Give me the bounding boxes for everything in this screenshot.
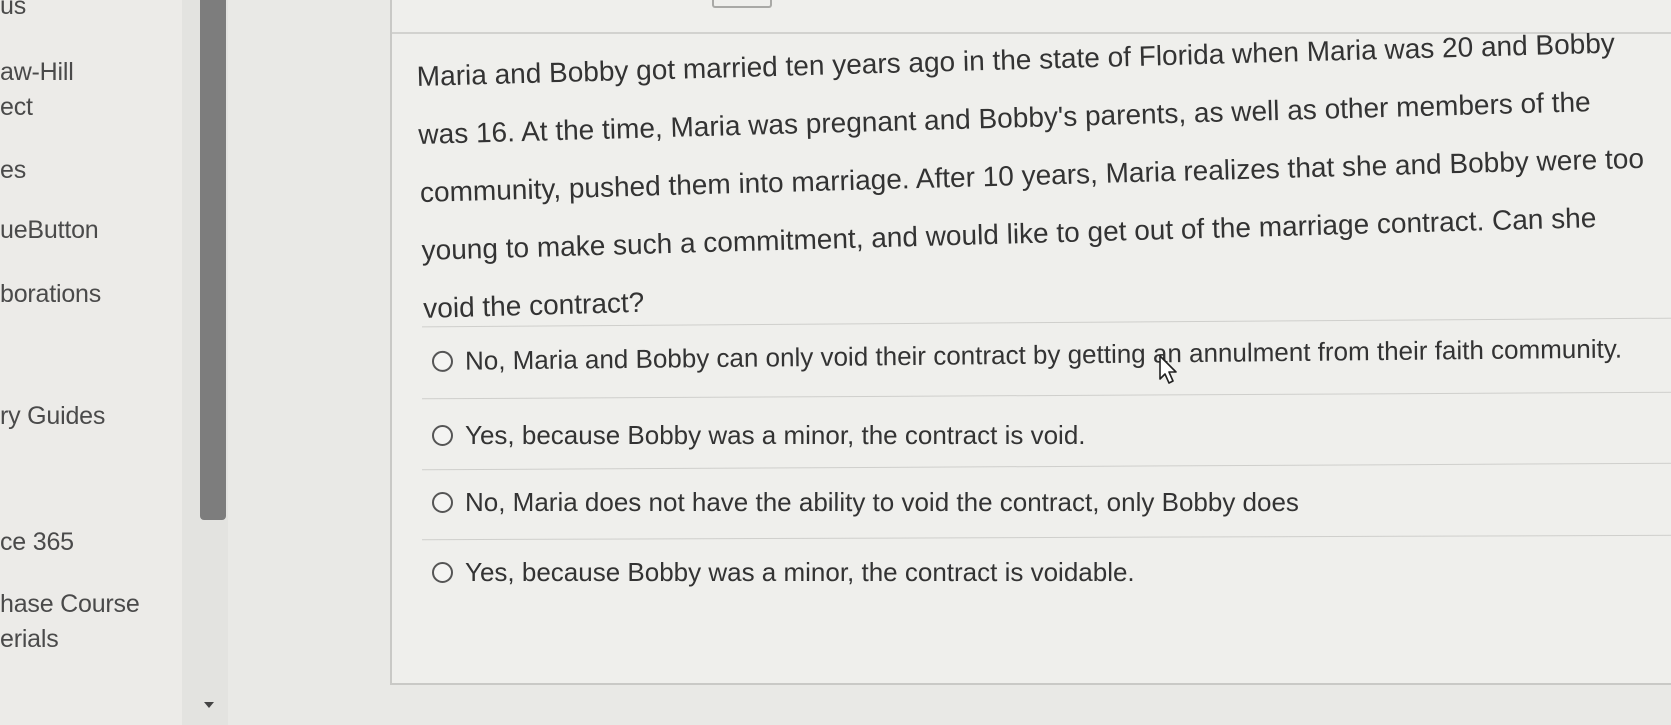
sidebar-item-mcgraw-hill-connect[interactable]: aw-Hill ect — [0, 58, 74, 122]
sidebar-item-resources[interactable]: es — [0, 156, 26, 185]
answer-option-label: No, Maria and Bobby can only void their … — [464, 333, 1623, 376]
radio-unselected-icon[interactable] — [432, 562, 453, 583]
question-text: Maria and Bobby got married ten years ag… — [416, 27, 1645, 324]
answer-option-2[interactable]: Yes, because Bobby was a minor, the cont… — [432, 420, 1086, 451]
radio-unselected-icon[interactable] — [431, 350, 454, 372]
answer-option-label: Yes, because Bobby was a minor, the cont… — [465, 557, 1135, 587]
answer-option-1[interactable]: No, Maria and Bobby can only void their … — [431, 333, 1623, 377]
sidebar-item-library-guides[interactable]: ry Guides — [0, 402, 105, 431]
caret-down-icon[interactable] — [204, 702, 214, 708]
sidebar-scrollbar[interactable] — [182, 0, 228, 725]
scrollbar-thumb[interactable] — [200, 0, 226, 520]
answer-option-3[interactable]: No, Maria does not have the ability to v… — [432, 487, 1299, 518]
answer-option-4[interactable]: Yes, because Bobby was a minor, the cont… — [432, 557, 1135, 588]
radio-unselected-icon[interactable] — [432, 425, 453, 446]
card-top-tab — [712, 0, 772, 8]
answer-option-label: Yes, because Bobby was a minor, the cont… — [465, 420, 1086, 450]
page: us aw-Hill ect es ueButton borations ry … — [0, 0, 1671, 725]
option-divider — [422, 534, 1671, 541]
radio-unselected-icon[interactable] — [432, 492, 453, 513]
course-sidebar: us aw-Hill ect es ueButton borations ry … — [0, 0, 182, 725]
sidebar-item-status[interactable]: us — [0, 0, 26, 21]
sidebar-item-purchase-course-materials[interactable]: hase Course erials — [0, 590, 140, 654]
option-divider — [422, 462, 1671, 471]
question-card: Maria and Bobby got married ten years ag… — [390, 0, 1671, 685]
sidebar-item-collaborations[interactable]: borations — [0, 280, 101, 309]
option-divider — [422, 391, 1671, 400]
sidebar-item-bluebutton[interactable]: ueButton — [0, 216, 99, 245]
answer-option-label: No, Maria does not have the ability to v… — [465, 487, 1299, 517]
pointer-cursor-icon — [1159, 355, 1177, 384]
sidebar-item-office-365[interactable]: ce 365 — [0, 528, 74, 557]
